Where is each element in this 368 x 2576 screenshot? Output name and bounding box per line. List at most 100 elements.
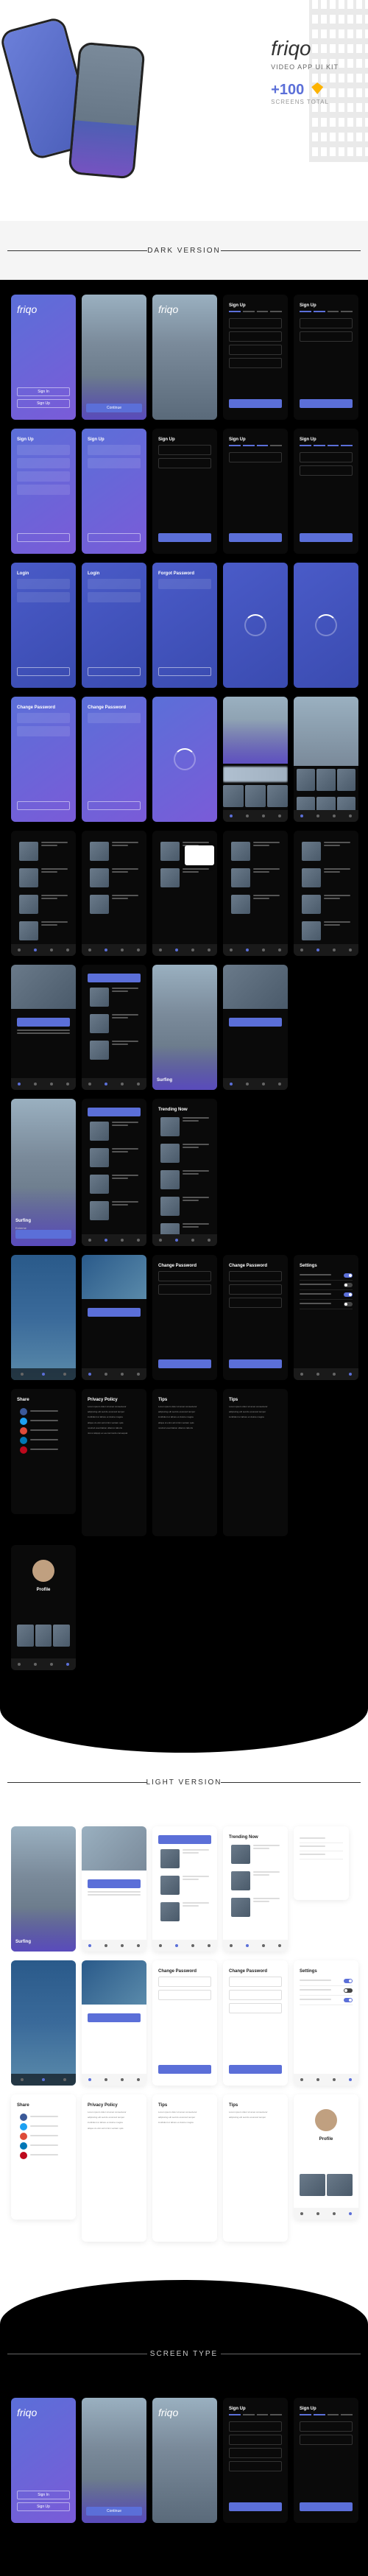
thumb[interactable] — [327, 2174, 353, 2196]
player-controls[interactable] — [11, 1368, 76, 1380]
input[interactable] — [229, 1298, 282, 1308]
input[interactable] — [88, 445, 141, 455]
watch-button[interactable] — [17, 1018, 70, 1027]
video-hero[interactable] — [82, 1826, 146, 1871]
social-item[interactable] — [20, 1408, 67, 1415]
list-item[interactable] — [229, 1843, 282, 1866]
nav-icon[interactable] — [262, 814, 265, 817]
button[interactable]: Sign In — [17, 387, 70, 396]
social-item[interactable] — [20, 1437, 67, 1444]
social-item[interactable] — [20, 1418, 67, 1425]
thumb[interactable] — [35, 1625, 52, 1647]
input[interactable] — [229, 2421, 282, 2432]
button[interactable] — [300, 399, 353, 408]
list-item[interactable] — [17, 866, 70, 890]
input[interactable] — [229, 358, 282, 368]
thumb[interactable] — [53, 1625, 70, 1647]
input[interactable] — [158, 458, 211, 468]
list-item[interactable] — [158, 1168, 211, 1192]
list-item[interactable] — [229, 866, 282, 890]
nav-icon[interactable] — [349, 814, 352, 817]
button[interactable] — [17, 801, 70, 810]
input[interactable] — [300, 331, 353, 342]
button[interactable] — [88, 974, 141, 982]
button[interactable] — [229, 533, 282, 542]
list-item[interactable] — [300, 893, 353, 916]
input[interactable] — [17, 579, 70, 589]
input[interactable] — [229, 1271, 282, 1281]
avatar[interactable] — [32, 1560, 54, 1582]
menu-item[interactable] — [300, 1835, 343, 1843]
list-item[interactable] — [17, 840, 70, 863]
button[interactable] — [17, 533, 70, 542]
input[interactable] — [229, 2435, 282, 2445]
button[interactable] — [158, 1359, 211, 1368]
button[interactable] — [88, 801, 141, 810]
social-item[interactable] — [20, 1446, 67, 1454]
toggle[interactable] — [344, 1979, 353, 1983]
nav-icon[interactable] — [230, 814, 233, 817]
button[interactable] — [158, 533, 211, 542]
button[interactable] — [229, 1359, 282, 1368]
input[interactable] — [88, 458, 141, 468]
thumb[interactable] — [223, 785, 244, 807]
input[interactable] — [300, 452, 353, 462]
list-item[interactable] — [88, 985, 141, 1009]
avatar[interactable] — [315, 2109, 337, 2131]
input[interactable] — [158, 1284, 211, 1295]
video-hero[interactable] — [11, 965, 76, 1009]
thumb[interactable] — [297, 769, 315, 791]
video[interactable] — [82, 1960, 146, 2005]
list-item[interactable] — [229, 893, 282, 916]
thumb[interactable] — [300, 2174, 325, 2196]
thumb[interactable] — [316, 769, 335, 791]
button[interactable]: Continue — [86, 404, 142, 412]
list-item[interactable] — [300, 866, 353, 890]
social-item[interactable] — [20, 2152, 67, 2159]
list-item[interactable] — [158, 1900, 211, 1924]
button[interactable] — [88, 2013, 141, 2022]
input[interactable] — [17, 485, 70, 495]
button[interactable] — [229, 2065, 282, 2074]
social-item[interactable] — [20, 2123, 67, 2130]
list-item[interactable] — [229, 1869, 282, 1893]
list-item[interactable] — [88, 1038, 141, 1062]
list-item[interactable] — [88, 893, 141, 916]
button[interactable] — [88, 1108, 141, 1116]
button[interactable]: Sign Up — [17, 399, 70, 408]
input[interactable] — [229, 1284, 282, 1295]
input[interactable] — [300, 2421, 353, 2432]
button[interactable] — [158, 2065, 211, 2074]
button[interactable] — [158, 667, 211, 676]
list-item[interactable] — [88, 1012, 141, 1035]
list-item[interactable] — [300, 919, 353, 943]
input[interactable] — [300, 318, 353, 328]
list-item[interactable] — [158, 1141, 211, 1165]
input[interactable] — [17, 713, 70, 723]
video[interactable] — [82, 1255, 146, 1299]
input[interactable] — [229, 452, 282, 462]
input[interactable] — [229, 1990, 282, 2000]
input[interactable] — [17, 592, 70, 602]
button[interactable] — [229, 2502, 282, 2511]
list-item[interactable] — [229, 840, 282, 863]
list-item[interactable] — [88, 1146, 141, 1169]
list-item[interactable] — [88, 840, 141, 863]
input[interactable] — [158, 579, 211, 589]
toggle[interactable] — [344, 1302, 353, 1306]
button[interactable] — [17, 667, 70, 676]
player-controls[interactable] — [11, 2074, 76, 2086]
button[interactable] — [300, 533, 353, 542]
input[interactable] — [229, 2448, 282, 2458]
list-item[interactable] — [158, 1847, 211, 1871]
input[interactable] — [158, 445, 211, 455]
list-item[interactable] — [88, 866, 141, 890]
thumb[interactable] — [17, 1625, 34, 1647]
input[interactable] — [229, 2461, 282, 2471]
input[interactable] — [229, 1977, 282, 1987]
social-item[interactable] — [20, 2133, 67, 2140]
social-item[interactable] — [20, 2114, 67, 2121]
button[interactable]: Sign In — [17, 2491, 70, 2499]
toggle[interactable] — [344, 1292, 353, 1297]
list-item[interactable] — [88, 1119, 141, 1143]
